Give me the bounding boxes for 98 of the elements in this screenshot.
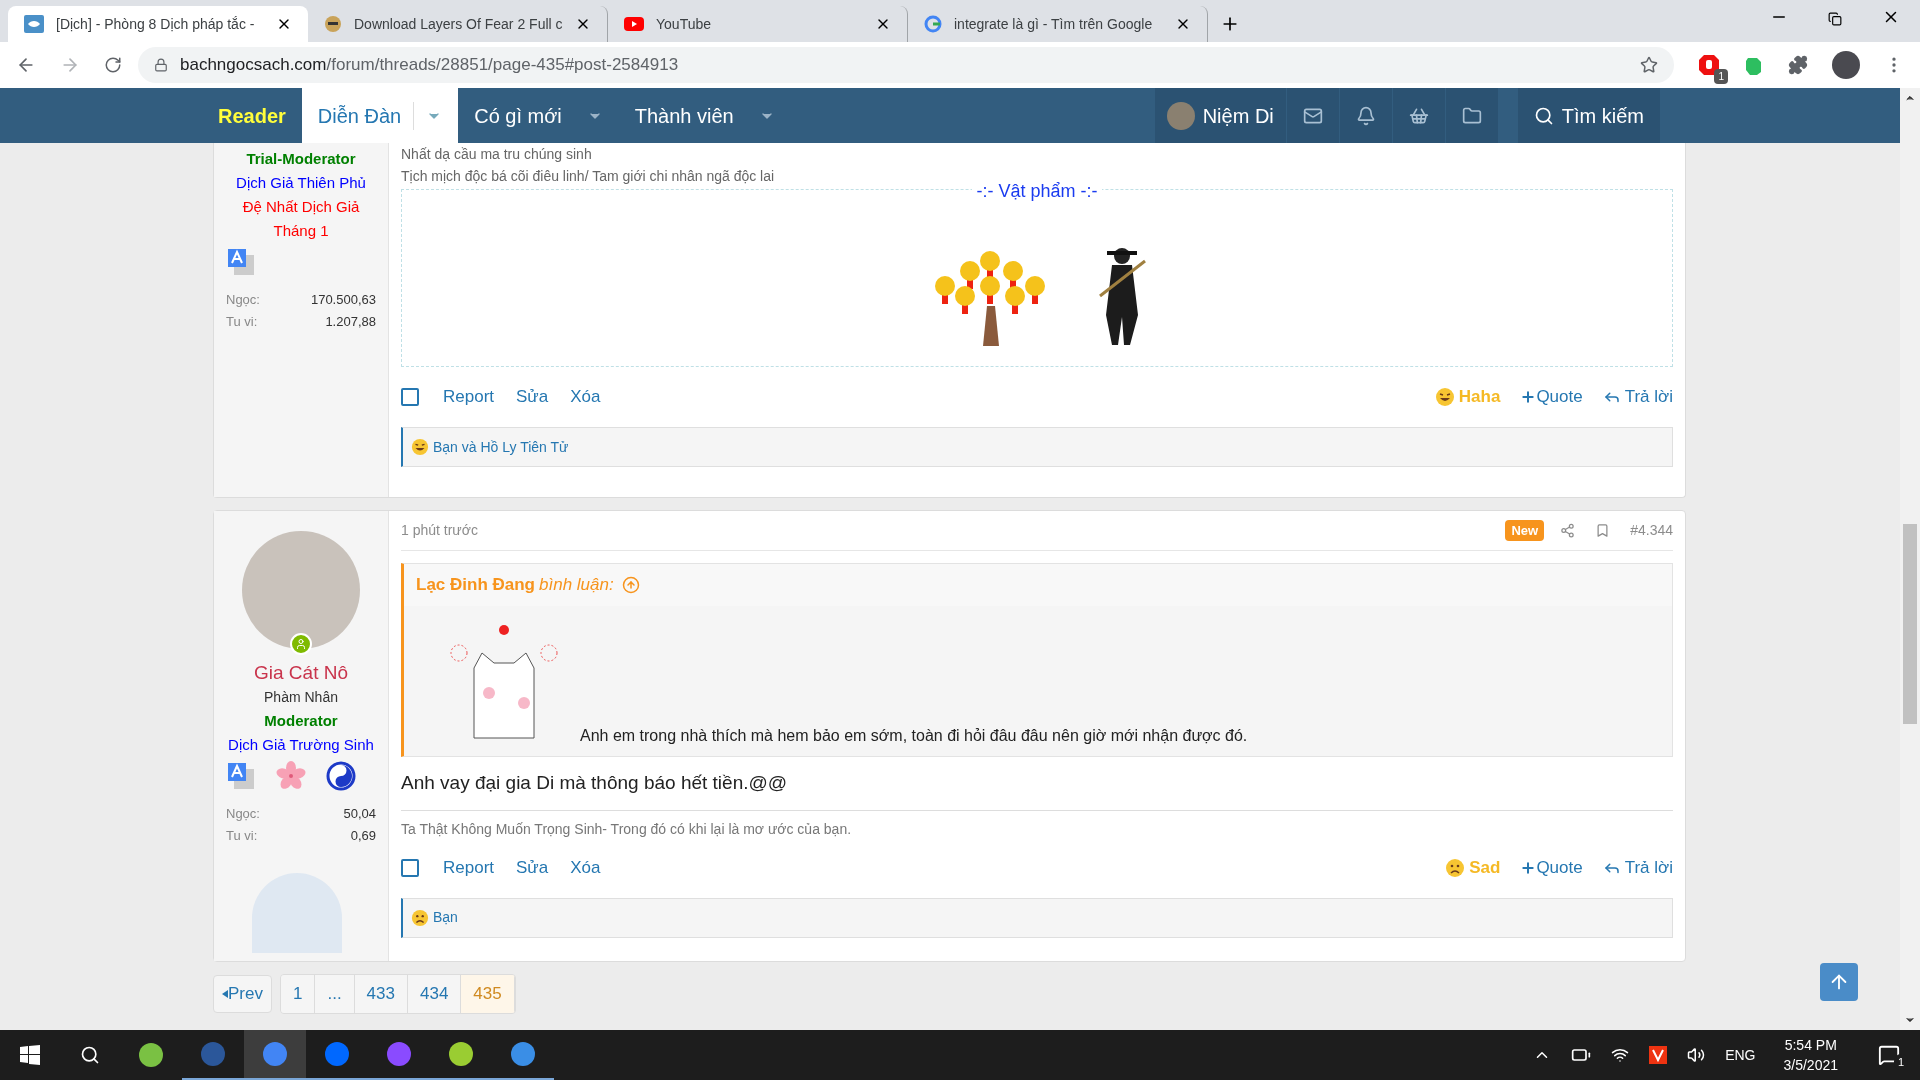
extension-badge: 1 bbox=[1714, 69, 1728, 84]
yin-yang-icon bbox=[326, 761, 356, 791]
reload-icon[interactable] bbox=[104, 56, 122, 74]
caret-left-icon bbox=[222, 990, 228, 998]
reply-button[interactable]: Trả lời bbox=[1602, 384, 1673, 410]
stat-value: 1.207,88 bbox=[325, 313, 376, 331]
book-logo-icon bbox=[24, 15, 44, 33]
signature-line: Nhất dạ cầu ma tru chúng sinh bbox=[401, 145, 593, 164]
page-link[interactable]: 434 bbox=[408, 975, 462, 1013]
page-link[interactable]: 435 bbox=[461, 975, 515, 1013]
signature-line: Tịch mịch độc bá cõi điêu linh/ Tam giới chi nhân ngã độc lai bbox=[401, 167, 776, 186]
extensions-icon[interactable] bbox=[1788, 55, 1808, 75]
folder-icon[interactable] bbox=[1461, 105, 1482, 126]
tab-title: integrate là gì - Tìm trên Google bbox=[954, 14, 1154, 34]
checkbox[interactable] bbox=[401, 388, 419, 406]
browser-tab[interactable]: [Dịch] - Phòng 8 Dịch pháp tắc - bbox=[8, 6, 308, 42]
signature-line: Ta Thật Không Muốn Trọng Sinh- Trong đó có khi lại là mơ ước của bạn. bbox=[401, 819, 853, 839]
checkbox[interactable] bbox=[401, 858, 419, 877]
stat-label: Tu vi: bbox=[226, 313, 258, 331]
post-time[interactable]: 1 phút trước bbox=[401, 520, 478, 541]
clock-date: 3/5/2021 bbox=[1783, 1056, 1838, 1075]
search-icon bbox=[1533, 105, 1554, 126]
post-action-link[interactable]: Report bbox=[443, 384, 495, 410]
translate-icon bbox=[226, 761, 256, 791]
user-title: Phàm Nhân bbox=[264, 688, 338, 707]
stat-label: Tu vi: bbox=[226, 827, 258, 845]
input-language[interactable]: ENG bbox=[1725, 1044, 1756, 1066]
flower-icon bbox=[276, 761, 306, 791]
notifications-icon[interactable] bbox=[1878, 1044, 1900, 1066]
stat-value: 50,04 bbox=[343, 805, 376, 823]
laughing-emoji-icon bbox=[411, 438, 429, 456]
post-action-link[interactable]: Sửa bbox=[516, 384, 549, 410]
user-rank: Moderator bbox=[263, 711, 339, 731]
stat-label: Ngọc: bbox=[226, 805, 260, 823]
username-link[interactable]: Gia Cát Nô bbox=[254, 661, 348, 685]
clock-time: 5:54 PM bbox=[1784, 1036, 1837, 1055]
share-icon[interactable] bbox=[1560, 523, 1576, 538]
scroll-to-top-button[interactable] bbox=[1820, 963, 1858, 1001]
clock[interactable]: 5:54 PM 3/5/2021 bbox=[1775, 1035, 1846, 1075]
play-logo-icon bbox=[624, 17, 644, 31]
post-action-link[interactable]: Xóa bbox=[570, 854, 601, 881]
post-body: Anh vay đại gia Di mà thông báo hết tiền.@@ bbox=[401, 769, 1673, 811]
restore-icon[interactable] bbox=[1828, 12, 1842, 26]
windows-logo-icon[interactable] bbox=[20, 1045, 40, 1065]
user-rank: Trial-Moderator bbox=[245, 149, 357, 169]
user-rank: Dịch Giả Trường Sinh bbox=[227, 735, 375, 755]
volume-icon[interactable] bbox=[1687, 1046, 1706, 1064]
lock-icon bbox=[154, 58, 168, 72]
user-avatar-placeholder bbox=[1166, 101, 1195, 130]
nav-tab[interactable]: Thành viên bbox=[618, 88, 791, 143]
bell-icon[interactable] bbox=[1355, 105, 1376, 126]
reactions-link[interactable]: Bạn và Hồ Ly Tiên Tử bbox=[433, 436, 569, 458]
sad-emoji-icon bbox=[1445, 857, 1466, 878]
user-rank: Dịch Giả Thiên Phủ bbox=[235, 173, 367, 193]
reactions-link[interactable]: Bạn bbox=[433, 907, 458, 928]
hand-stop-icon[interactable] bbox=[1698, 54, 1720, 76]
basket-icon[interactable] bbox=[1408, 105, 1429, 126]
v-shield-icon[interactable] bbox=[1649, 1046, 1668, 1064]
laughing-emoji-icon bbox=[1434, 387, 1455, 407]
stat-label: Ngọc: bbox=[226, 291, 260, 309]
page-link[interactable]: 433 bbox=[354, 975, 408, 1013]
search-button[interactable]: Tìm kiếm bbox=[1517, 88, 1660, 143]
profile-avatar-placeholder[interactable] bbox=[1832, 51, 1860, 79]
tab-title: [Dịch] - Phòng 8 Dịch pháp tắc - bbox=[56, 14, 256, 34]
nav-tab[interactable]: Có gì mới bbox=[458, 88, 619, 143]
reply-button[interactable]: Trả lời bbox=[1602, 854, 1673, 881]
stat-value: 170.500,63 bbox=[310, 291, 376, 309]
tab-title: Download Layers Of Fear 2 Full c bbox=[354, 14, 563, 34]
quote-button[interactable]: Quote bbox=[1520, 384, 1583, 410]
scrollbar-thumb[interactable] bbox=[1903, 524, 1917, 724]
quote-button[interactable]: Quote bbox=[1520, 854, 1583, 881]
nav-tab[interactable]: Diễn Đàn bbox=[301, 88, 459, 143]
bookmark-icon[interactable] bbox=[1595, 523, 1611, 538]
stat-value: 0,69 bbox=[350, 827, 376, 845]
online-status-icon bbox=[290, 633, 312, 655]
search-icon[interactable] bbox=[80, 1045, 100, 1065]
user-menu[interactable]: Niệm Di bbox=[1154, 88, 1286, 143]
sad-emoji-icon bbox=[411, 908, 429, 927]
bookmark-star-icon[interactable] bbox=[1640, 56, 1658, 74]
quote-text: Anh em trong nhà thích mà hem bảo em sớm, toàn đi hỏi đâu đâu nên giờ mới nhận được đó. bbox=[580, 726, 1248, 746]
post-action-link[interactable]: Sửa bbox=[516, 854, 549, 881]
post-action-link[interactable]: Report bbox=[443, 854, 495, 881]
url-text: bachngocsach.com/forum/threads/28851/page-435#post-2584913 bbox=[180, 54, 680, 77]
page-link[interactable]: 1 bbox=[280, 975, 316, 1013]
quote-verb: bình luận: bbox=[539, 574, 614, 597]
address-bar[interactable]: bachngocsach.com/forum/threads/28851/page-435#post-2584913 bbox=[138, 47, 1674, 83]
post-action-link[interactable]: Xóa bbox=[570, 384, 601, 410]
page-link[interactable]: ... bbox=[315, 975, 355, 1013]
g-logo-icon bbox=[924, 15, 942, 33]
wifi-icon[interactable] bbox=[1611, 1046, 1630, 1064]
scrollbar[interactable] bbox=[1900, 88, 1920, 1030]
new-badge: New bbox=[1505, 519, 1545, 542]
user-rank: Đệ Nhất Dịch Giả Tháng 1 bbox=[241, 197, 361, 241]
brand-logo[interactable]: Reader bbox=[218, 100, 286, 131]
prev-page-link[interactable]: Prev bbox=[213, 975, 272, 1013]
translate-icon bbox=[226, 247, 256, 277]
post-number-link[interactable]: #4.344 bbox=[1630, 520, 1673, 541]
tab-title: YouTube bbox=[656, 14, 712, 34]
